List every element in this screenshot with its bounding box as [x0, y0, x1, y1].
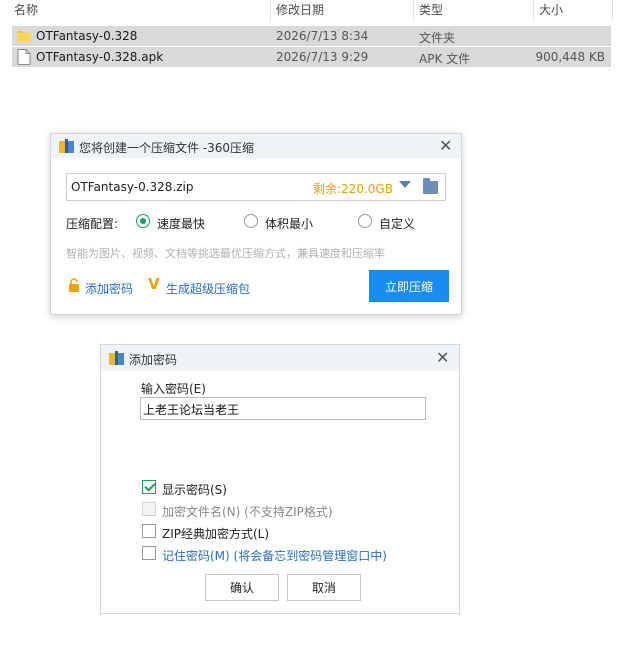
add-password-dialog: 添加密码 ✕ 输入密码(E) 上老王论坛当老王 显示密码(S) 加密文件名(N)…	[100, 344, 460, 614]
folder-browse-icon[interactable]	[423, 178, 438, 194]
add-password-link[interactable]: 添加密码	[85, 280, 133, 297]
file-row[interactable]: OTFantasy-0.328.apk 2026/7/13 9:29 APK 文…	[12, 47, 611, 67]
file-type: APK 文件	[419, 52, 471, 66]
radio-custom-label[interactable]: 自定义	[379, 215, 415, 232]
radio-smallest-label[interactable]: 体积最小	[265, 215, 313, 232]
archive-filename[interactable]: OTFantasy-0.328.zip	[71, 180, 193, 194]
zip-classic-encryption-checkbox[interactable]	[142, 524, 156, 538]
remember-password-note: (将会备忘到密码管理窗口中)	[233, 549, 387, 563]
file-date: 2026/7/13 8:34	[276, 29, 369, 43]
cancel-button[interactable]: 取消	[287, 574, 361, 601]
column-name[interactable]: 名称	[14, 1, 38, 18]
add-password-titlebar[interactable]: 添加密码 ✕	[101, 345, 459, 371]
column-divider[interactable]	[612, 0, 613, 22]
remember-password-checkbox[interactable]	[142, 546, 156, 560]
super-package-link[interactable]: 生成超级压缩包	[166, 280, 250, 297]
column-divider[interactable]	[413, 0, 414, 22]
file-size: 900,448 KB	[535, 50, 605, 64]
show-password-label[interactable]: 显示密码(S)	[162, 481, 227, 498]
column-divider[interactable]	[533, 0, 534, 22]
compress-dialog: 您将创建一个压缩文件 -360压缩 ✕ OTFantasy-0.328.zip …	[50, 133, 462, 315]
super-package-icon: V	[148, 275, 160, 293]
file-name: OTFantasy-0.328	[36, 29, 138, 43]
radio-smallest[interactable]	[244, 214, 258, 228]
compress-dialog-titlebar[interactable]: 您将创建一个压缩文件 -360压缩 ✕	[51, 134, 461, 158]
lock-icon	[69, 278, 79, 292]
file-date: 2026/7/13 9:29	[276, 50, 369, 64]
file-name: OTFantasy-0.328.apk	[36, 50, 164, 64]
compress-now-button[interactable]: 立即压缩	[369, 270, 449, 302]
password-input-label: 输入密码(E)	[141, 382, 206, 396]
encrypt-filename-text: 加密文件名(N)	[162, 505, 241, 519]
file-icon	[17, 49, 31, 65]
column-headers: 名称 修改日期 类型 大小	[0, 0, 620, 22]
compress-dialog-title: 您将创建一个压缩文件 -360压缩	[79, 141, 255, 155]
encrypt-filename-checkbox	[142, 502, 156, 516]
file-row[interactable]: OTFantasy-0.328 2026/7/13 8:34 文件夹	[12, 26, 611, 46]
encrypt-filename-label: 加密文件名(N) (不支持ZIP格式)	[162, 503, 333, 520]
file-type: 文件夹	[419, 31, 456, 45]
radio-fastest-label[interactable]: 速度最快	[157, 215, 205, 232]
remember-password-text[interactable]: 记住密码(M)	[162, 549, 230, 563]
file-explorer-list: 名称 修改日期 类型 大小 OTFantasy-0.328 2026/7/13 …	[0, 0, 639, 75]
column-divider[interactable]	[270, 0, 271, 22]
close-icon[interactable]: ✕	[436, 350, 449, 366]
show-password-checkbox[interactable]	[142, 480, 156, 494]
radio-fastest[interactable]	[136, 214, 150, 228]
config-label: 压缩配置:	[66, 217, 119, 231]
compress-hint: 智能为图片、视频、文档等挑选最优压缩方式，兼具速度和压缩率	[66, 247, 385, 260]
close-icon[interactable]: ✕	[439, 138, 452, 154]
radio-custom[interactable]	[358, 214, 372, 228]
folder-icon	[17, 31, 31, 42]
column-size[interactable]: 大小	[539, 1, 563, 18]
confirm-button[interactable]: 确认	[205, 574, 279, 601]
password-input[interactable]: 上老王论坛当老王	[140, 397, 426, 420]
archive-app-icon	[59, 139, 74, 153]
zip-classic-encryption-label[interactable]: ZIP经典加密方式(L)	[162, 525, 269, 542]
archive-path-field[interactable]: OTFantasy-0.328.zip 剩余:220.0GB	[66, 173, 446, 201]
remaining-space: 剩余:220.0GB	[313, 182, 393, 196]
column-type[interactable]: 类型	[419, 1, 443, 18]
archive-app-icon	[109, 351, 124, 365]
remember-password-label[interactable]: 记住密码(M) (将会备忘到密码管理窗口中)	[162, 547, 387, 564]
chevron-down-icon[interactable]	[399, 181, 411, 188]
column-date[interactable]: 修改日期	[276, 1, 324, 18]
add-password-title: 添加密码	[129, 353, 178, 367]
encrypt-filename-note: (不支持ZIP格式)	[244, 505, 333, 519]
